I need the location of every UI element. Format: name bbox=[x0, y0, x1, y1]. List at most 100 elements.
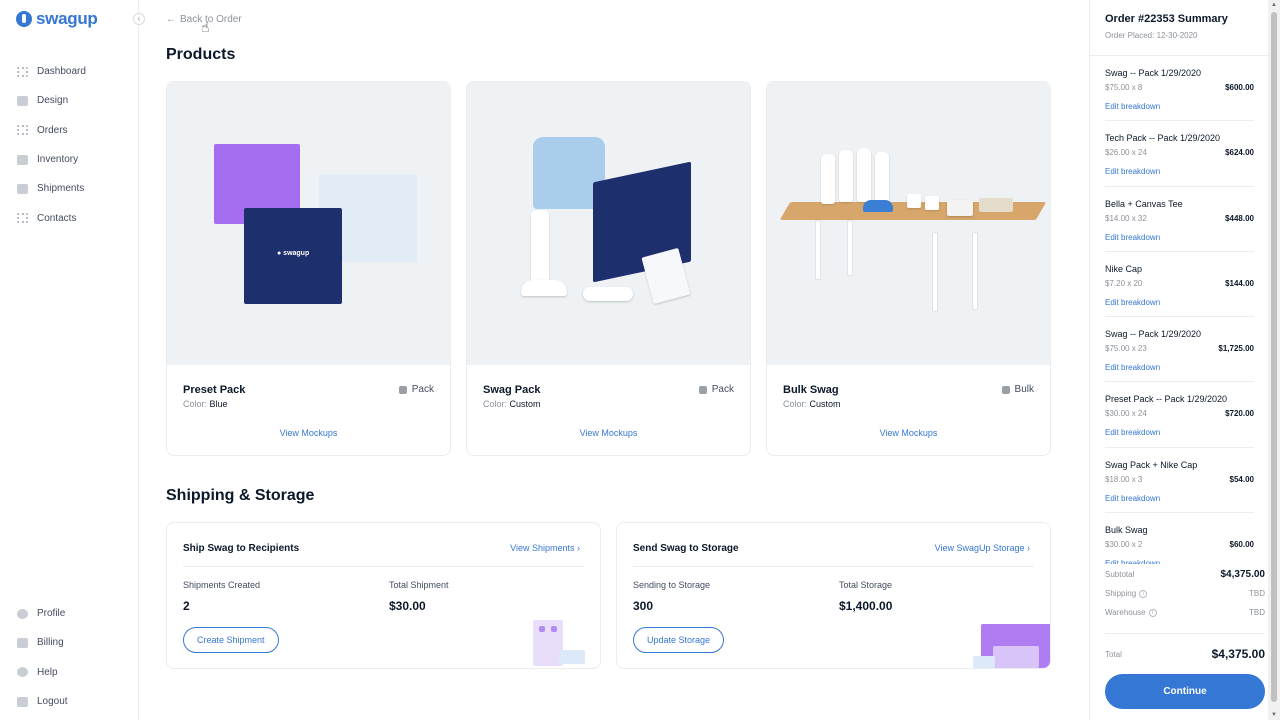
order-item: Swag Pack + Nike Cap $18.00 x 3 $54.00 E… bbox=[1105, 448, 1254, 514]
page-scrollbar[interactable]: ▲ ▼ bbox=[1268, 0, 1280, 720]
table-leg-illustration bbox=[972, 232, 978, 310]
swagup-logo[interactable]: swagup bbox=[16, 9, 98, 29]
view-mockups-link[interactable]: View Mockups bbox=[467, 428, 750, 438]
order-item: Swag -- Pack 1/29/2020 $75.00 x 23 $1,72… bbox=[1105, 317, 1254, 383]
sidebar-item-billing[interactable]: Billing bbox=[0, 628, 138, 657]
product-color: Color: Custom bbox=[783, 399, 841, 409]
divider bbox=[633, 566, 1034, 567]
product-card: Swag Pack Pack Color: Custom View Mockup… bbox=[466, 81, 751, 456]
item-name: Bulk Swag bbox=[1105, 525, 1148, 536]
main-content: ← Back to Order ☝ Products ● swagup Pres… bbox=[139, 0, 1076, 720]
product-color-label: Color: bbox=[783, 399, 808, 409]
view-mockups-link[interactable]: View Mockups bbox=[167, 428, 450, 438]
scroll-down-icon[interactable]: ▼ bbox=[1269, 710, 1279, 720]
order-item: Bella + Canvas Tee $14.00 x 32 $448.00 E… bbox=[1105, 187, 1254, 252]
scroll-up-icon[interactable]: ▲ bbox=[1269, 0, 1279, 10]
item-total: $448.00 bbox=[1225, 213, 1254, 223]
sidebar-item-help[interactable]: Help bbox=[0, 658, 138, 687]
product-color-label: Color: bbox=[183, 399, 208, 409]
product-name: Preset Pack bbox=[183, 384, 246, 396]
subtotal-row: Subtotal $4,375.00 bbox=[1105, 566, 1265, 585]
continue-button[interactable]: Continue bbox=[1105, 674, 1265, 709]
product-card: ● swagup Preset Pack Pack Color: Blue Vi… bbox=[166, 81, 451, 456]
sending-to-storage-value: 300 bbox=[633, 599, 654, 613]
edit-breakdown-link[interactable]: Edit breakdown bbox=[1105, 428, 1160, 437]
product-card: Bulk Swag Bulk Color: Custom View Mockup… bbox=[766, 81, 1051, 456]
inventory-icon bbox=[17, 154, 28, 165]
view-mockups-link[interactable]: View Mockups bbox=[767, 428, 1050, 438]
billing-icon bbox=[17, 637, 28, 648]
product-color: Color: Custom bbox=[483, 399, 541, 409]
sidebar: swagup Dashboard Design Orders Inventory… bbox=[0, 0, 139, 720]
product-image[interactable] bbox=[467, 82, 750, 365]
sidebar-item-inventory[interactable]: Inventory bbox=[0, 145, 138, 174]
bottle-illustration bbox=[821, 154, 835, 204]
scroll-thumb[interactable] bbox=[1271, 12, 1277, 702]
sidebar-item-dashboard[interactable]: Dashboard bbox=[0, 57, 138, 86]
order-item: Bulk Swag $30.00 x 2 $60.00 Edit breakdo… bbox=[1105, 513, 1254, 564]
logo-text: swagup bbox=[36, 9, 98, 28]
edit-breakdown-link[interactable]: Edit breakdown bbox=[1105, 233, 1160, 242]
item-name: Bella + Canvas Tee bbox=[1105, 198, 1183, 209]
item-name: Tech Pack -- Pack 1/29/2020 bbox=[1105, 133, 1221, 144]
order-item: Preset Pack -- Pack 1/29/2020 $30.00 x 2… bbox=[1105, 382, 1254, 448]
edit-breakdown-link[interactable]: Edit breakdown bbox=[1105, 102, 1160, 111]
sidebar-item-design[interactable]: Design bbox=[0, 86, 138, 115]
product-color-label: Color: bbox=[483, 399, 508, 409]
edit-breakdown-link[interactable]: Edit breakdown bbox=[1105, 363, 1160, 372]
product-type-label: Bulk bbox=[1014, 384, 1034, 395]
sending-to-storage-label: Sending to Storage bbox=[633, 580, 711, 590]
item-name: Swag -- Pack 1/29/2020 bbox=[1105, 329, 1202, 340]
edit-breakdown-link[interactable]: Edit breakdown bbox=[1105, 167, 1160, 176]
table-leg-illustration bbox=[847, 220, 853, 276]
shipping-illustration bbox=[529, 620, 585, 668]
bottle-illustration bbox=[875, 152, 889, 204]
sidebar-item-contacts[interactable]: Contacts bbox=[0, 203, 138, 232]
order-item: Tech Pack -- Pack 1/29/2020 $26.00 x 24 … bbox=[1105, 121, 1254, 187]
hand-cursor-icon: ☝ bbox=[201, 19, 210, 35]
shipments-icon bbox=[17, 183, 28, 194]
sidebar-item-orders[interactable]: Orders bbox=[0, 116, 138, 145]
divider bbox=[1105, 633, 1265, 634]
sidebar-item-label: Contacts bbox=[37, 212, 77, 224]
truck-illustration bbox=[973, 656, 995, 668]
sidebar-item-label: Logout bbox=[37, 696, 68, 708]
info-icon[interactable]: i bbox=[1139, 589, 1148, 598]
product-color-value: Custom bbox=[809, 399, 841, 409]
total-storage-value: $1,400.00 bbox=[839, 599, 893, 613]
warehouse-value: TBD bbox=[1249, 608, 1265, 617]
main-nav: Dashboard Design Orders Inventory Shipme… bbox=[0, 57, 138, 233]
totals-section: Subtotal $4,375.00 Shipping i TBD Wareho… bbox=[1105, 566, 1265, 623]
total-value: $4,375.00 bbox=[1211, 647, 1265, 661]
shipping-label: Shipping i bbox=[1105, 589, 1148, 598]
item-price-qty: $14.00 x 32 bbox=[1105, 213, 1147, 223]
create-shipment-button[interactable]: Create Shipment bbox=[183, 627, 279, 653]
box-logo-icon: ● swagup bbox=[277, 250, 310, 257]
item-name: Swag Pack + Nike Cap bbox=[1105, 459, 1198, 470]
bottle-illustration bbox=[839, 150, 853, 202]
product-type-label: Pack bbox=[711, 384, 734, 395]
product-image[interactable] bbox=[767, 82, 1050, 365]
cap-illustration bbox=[521, 280, 567, 296]
bottle-illustration bbox=[531, 210, 549, 282]
bottle-illustration bbox=[857, 148, 871, 202]
sidebar-item-profile[interactable]: Profile bbox=[0, 599, 138, 628]
pack-icon bbox=[398, 385, 407, 394]
update-storage-button[interactable]: Update Storage bbox=[633, 627, 725, 653]
collapse-sidebar-button[interactable]: ‹ bbox=[133, 13, 145, 25]
sidebar-item-logout[interactable]: Logout bbox=[0, 687, 138, 716]
product-color-value: Blue bbox=[209, 399, 228, 409]
view-shipments-link[interactable]: View Shipments › bbox=[510, 543, 580, 553]
divider bbox=[183, 566, 584, 567]
product-image[interactable]: ● swagup bbox=[167, 82, 450, 365]
product-name: Bulk Swag bbox=[783, 384, 839, 396]
edit-breakdown-link[interactable]: Edit breakdown bbox=[1105, 298, 1160, 307]
edit-breakdown-link[interactable]: Edit breakdown bbox=[1105, 494, 1160, 503]
view-swagup-storage-link[interactable]: View SwagUp Storage › bbox=[935, 543, 1030, 553]
item-price-qty: $30.00 x 24 bbox=[1105, 409, 1147, 419]
storage-illustration bbox=[973, 624, 1050, 668]
order-items-list[interactable]: Swag -- Pack 1/29/2020 $75.00 x 8 $600.0… bbox=[1090, 56, 1269, 564]
info-icon[interactable]: i bbox=[1148, 608, 1157, 617]
edit-breakdown-link[interactable]: Edit breakdown bbox=[1105, 559, 1160, 564]
sidebar-item-shipments[interactable]: Shipments bbox=[0, 174, 138, 203]
